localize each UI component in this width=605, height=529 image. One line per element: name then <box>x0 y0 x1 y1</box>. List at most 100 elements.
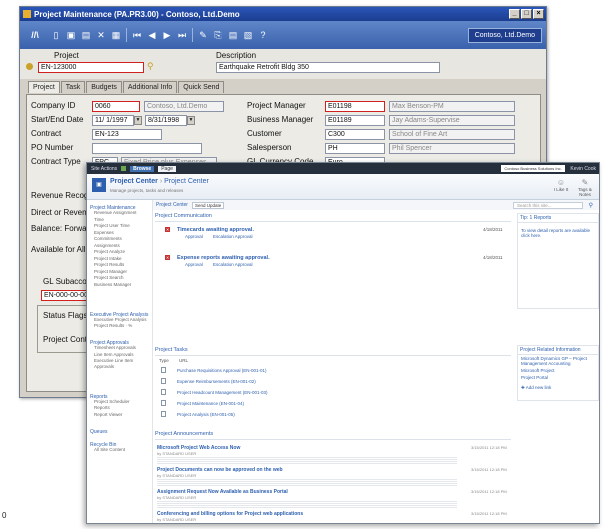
related-link[interactable]: Microsoft Project <box>518 367 598 374</box>
nav-item[interactable]: Executive Line Item Approvals <box>94 358 152 370</box>
tags-notes-button[interactable]: ✎ Tags & Notes <box>575 178 595 197</box>
sharepoint-top-bar: Site Actions Browse Page Contoso Busines… <box>87 163 599 174</box>
image-icon[interactable]: ▧ <box>243 30 253 41</box>
nav-heading[interactable]: Queues <box>90 429 108 435</box>
search-icon[interactable]: ⚲ <box>589 202 593 209</box>
maximize-button[interactable]: □ <box>521 9 532 19</box>
task-link[interactable]: Expense Reimbursements (EN-001-02) <box>177 379 256 384</box>
start-date-field[interactable]: 11/ 1/1997 <box>92 115 134 126</box>
nav-item[interactable]: Time <box>94 217 104 223</box>
tab-page[interactable]: Page <box>158 165 176 172</box>
tab-budgets[interactable]: Budgets <box>86 81 122 93</box>
tip-text[interactable]: To view detail reports are available cli… <box>518 227 598 239</box>
task-link[interactable]: Project Maintenance (EN-001-04) <box>177 401 244 406</box>
site-title[interactable]: Project Center <box>110 178 158 185</box>
grid-icon[interactable]: ▦ <box>111 30 121 41</box>
document-icon <box>161 378 166 384</box>
site-logo-icon: ▣ <box>92 178 106 192</box>
lookup-icon[interactable]: ⚲ <box>147 61 154 72</box>
nav-item[interactable]: Project Results <box>94 262 124 268</box>
project-field[interactable]: EN-123000 <box>38 62 144 73</box>
save-icon[interactable]: ▣ <box>66 30 76 41</box>
nav-item[interactable]: Commitments <box>94 236 122 242</box>
tab-task[interactable]: Task <box>60 81 86 93</box>
user-menu[interactable]: Kevin Cook <box>570 166 596 172</box>
task-link[interactable]: Purchase Requisitions Approval (EN-001-0… <box>177 368 267 373</box>
nav-item[interactable]: Expenses <box>94 230 114 236</box>
nav-item[interactable]: Project Results · % <box>94 323 132 329</box>
print-icon[interactable]: ▤ <box>81 30 91 41</box>
nav-item[interactable]: Project Search <box>94 275 124 281</box>
nav-item[interactable]: Line Item Approvals <box>94 352 134 358</box>
nav-item[interactable]: Executive Project Analysis <box>94 317 147 323</box>
nav-item[interactable]: Project Scheduler <box>94 399 130 405</box>
approve-link[interactable]: Approval <box>185 262 203 267</box>
task-link[interactable]: Project Headcount Management (EN-001-03) <box>177 390 268 395</box>
minimize-button[interactable]: _ <box>509 9 520 19</box>
customer-label: Customer <box>247 129 282 138</box>
end-date-field[interactable]: 8/31/1998 <box>145 115 187 126</box>
delete-icon[interactable]: ✕ <box>96 30 106 41</box>
send-update-button[interactable]: Send Update <box>191 201 225 209</box>
related-link[interactable]: Microsoft Dynamics GP – Project Manageme… <box>518 355 598 367</box>
escalation-link[interactable]: Escalation Approval <box>213 262 253 267</box>
project-center-link[interactable]: Project Center <box>156 202 188 208</box>
nav-item[interactable]: Timesheet Approvals <box>94 345 136 351</box>
start-date-dropdown[interactable]: ▼ <box>134 116 142 125</box>
attach-icon[interactable]: ⎘ <box>213 30 223 41</box>
tab-quick-send[interactable]: Quick Send <box>178 81 225 93</box>
gl-subaccount-field[interactable]: EN-000-00-000 <box>41 290 89 301</box>
breadcrumb-separator: › <box>159 178 163 185</box>
note-icon[interactable]: ✎ <box>198 30 208 41</box>
salesperson-id-field[interactable]: PH <box>325 143 385 154</box>
add-link[interactable]: ✚ Add new link <box>518 384 598 391</box>
nav-item[interactable]: Revenue Assignment <box>94 210 137 216</box>
tab-additional-info[interactable]: Additional Info <box>122 81 178 93</box>
task-col-url: URL <box>179 358 189 363</box>
close-button[interactable]: × <box>533 9 544 19</box>
next-record-icon[interactable]: ▶ <box>162 30 172 41</box>
nav-item[interactable]: Project Manager <box>94 269 127 275</box>
task-link[interactable]: Project Analysis (EN-001-05) <box>177 412 235 417</box>
company-id-field[interactable]: 0060 <box>92 101 140 112</box>
new-document-icon[interactable]: ▯ <box>51 30 61 41</box>
nav-item[interactable]: Business Manager <box>94 282 131 288</box>
escalation-link[interactable]: Escalation Approval <box>213 234 253 239</box>
nav-item[interactable]: Assignments <box>94 243 120 249</box>
last-record-icon[interactable]: ⏭ <box>177 30 187 41</box>
contract-field[interactable]: EN-123 <box>92 129 162 140</box>
tab-project[interactable]: Project <box>28 81 60 93</box>
comm-item-title[interactable]: Timecards awaiting approval. <box>177 227 254 233</box>
sharepoint-icon <box>121 166 127 171</box>
dynamics-logo-icon[interactable]: //\ <box>24 30 46 41</box>
po-number-field[interactable] <box>92 143 202 154</box>
related-link[interactable]: Project Portal <box>518 374 598 381</box>
tab-strip: Project Task Budgets Additional Info Qui… <box>28 81 225 93</box>
tab-browse[interactable]: Browse <box>130 165 155 172</box>
nav-item[interactable]: Reports <box>94 405 110 411</box>
description-field[interactable]: Earthquake Retrofit Bldg 350 <box>216 62 440 73</box>
first-record-icon[interactable]: ⏮ <box>132 30 142 41</box>
search-field[interactable]: Search this site... <box>513 201 583 209</box>
site-actions-menu[interactable]: Site Actions <box>91 166 117 172</box>
nav-item[interactable]: All Site Content <box>94 447 125 453</box>
description-label: Description <box>216 51 257 60</box>
end-date-dropdown[interactable]: ▼ <box>187 116 195 125</box>
help-icon[interactable]: ? <box>258 30 268 41</box>
comm-item-title[interactable]: Expense reports awaiting approval. <box>177 255 270 261</box>
task-col-type: Type <box>159 358 169 363</box>
report-icon[interactable]: ▤ <box>228 30 238 41</box>
approve-link[interactable]: Approval <box>185 234 203 239</box>
project-manager-id-field[interactable]: E01198 <box>325 101 385 112</box>
company-button[interactable]: Contoso, Ltd.Demo <box>467 27 542 43</box>
nav-item[interactable]: Report Viewer <box>94 412 122 418</box>
i-like-it-button[interactable]: ☺ I Like It <box>551 178 571 192</box>
customer-id-field[interactable]: C300 <box>325 129 385 140</box>
site-search-box[interactable]: Contoso Business Solutions Inc. <box>501 165 566 172</box>
nav-item[interactable]: Project Analyze <box>94 249 125 255</box>
business-manager-id-field[interactable]: E01189 <box>325 115 385 126</box>
nav-item[interactable]: Project Intake <box>94 256 122 262</box>
nav-item[interactable]: Project User Time <box>94 223 130 229</box>
previous-record-icon[interactable]: ◀ <box>147 30 157 41</box>
tip-webpart: Tip: 1 Reports To view detail reports ar… <box>517 213 599 309</box>
